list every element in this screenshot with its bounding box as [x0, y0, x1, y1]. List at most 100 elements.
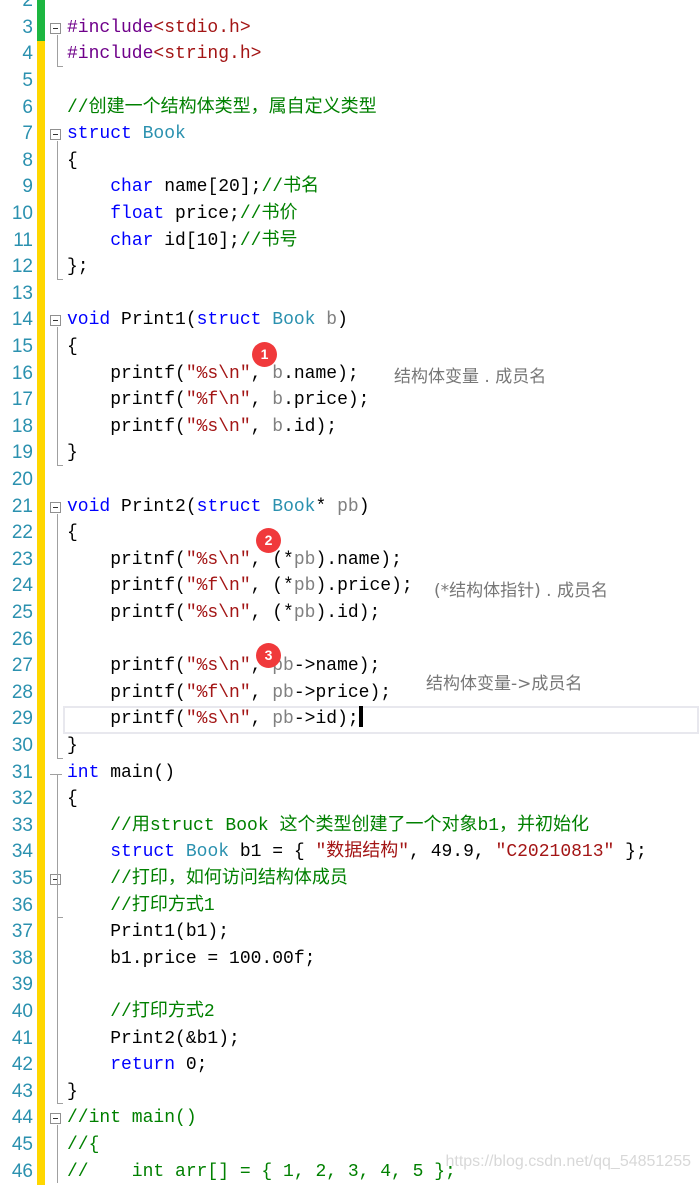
code-line[interactable]: 25 printf("%s\n", (*pb).id); [0, 600, 699, 627]
code-token: } [67, 1082, 78, 1102]
code-line[interactable]: 18 printf("%s\n", b.id); [0, 414, 699, 441]
code-token: "%f\n" [186, 390, 251, 410]
code-token: "%s\n" [186, 417, 251, 437]
line-number: 15 [0, 334, 33, 361]
change-tracking-bar [37, 786, 45, 813]
code-line[interactable]: 19} [0, 440, 699, 467]
code-text: //用struct Book 这个类型创建了一个对象b1，并初始化 [67, 813, 589, 840]
change-tracking-bar [37, 972, 45, 999]
code-token [67, 869, 110, 889]
code-token: pb [294, 550, 316, 570]
code-line[interactable]: 13 [0, 281, 699, 308]
code-text: printf("%s\n", (*pb).id); [67, 600, 380, 627]
code-token: ->name); [294, 656, 380, 676]
fold-collapse-icon[interactable] [50, 129, 61, 140]
code-line[interactable]: 20 [0, 467, 699, 494]
code-token: price; [164, 204, 240, 224]
fold-collapse-icon[interactable] [50, 874, 61, 885]
code-token: } [67, 443, 78, 463]
code-line[interactable]: 39 [0, 972, 699, 999]
code-token: float [110, 204, 164, 224]
line-number: 29 [0, 706, 33, 733]
change-tracking-bar [37, 174, 45, 201]
code-token: printf( [67, 683, 186, 703]
change-tracking-bar [37, 573, 45, 600]
code-line[interactable]: 9 char name[20];//书名 [0, 174, 699, 201]
fold-guide-end [57, 1103, 63, 1104]
code-token [67, 842, 110, 862]
line-number: 13 [0, 281, 33, 308]
code-line[interactable]: 35 //打印，如何访问结构体成员 [0, 866, 699, 893]
code-text: char id[10];//书号 [67, 228, 297, 255]
code-line[interactable]: 26 [0, 627, 699, 654]
code-token: //创建一个结构体类型，属自定义类型 [67, 98, 377, 118]
change-tracking-bar [37, 95, 45, 122]
code-line[interactable]: 32{ [0, 786, 699, 813]
line-number: 2 [0, 0, 33, 15]
code-text: pritnf("%s\n", (*pb).name); [67, 547, 402, 574]
code-line[interactable]: 36 //打印方式1 [0, 893, 699, 920]
code-line[interactable]: 16 printf("%s\n", b.name); [0, 361, 699, 388]
line-number: 31 [0, 760, 33, 787]
code-line[interactable]: 21void Print2(struct Book* pb) [0, 494, 699, 521]
code-token: Print2( [110, 497, 196, 517]
code-line[interactable]: 34 struct Book b1 = { "数据结构", 49.9, "C20… [0, 839, 699, 866]
code-line[interactable]: 12}; [0, 254, 699, 281]
code-token: printf( [67, 417, 186, 437]
code-line[interactable]: 37 Print1(b1); [0, 919, 699, 946]
code-text: Print1(b1); [67, 919, 229, 946]
code-line[interactable]: 30} [0, 733, 699, 760]
code-line[interactable]: 33 //用struct Book 这个类型创建了一个对象b1，并初始化 [0, 813, 699, 840]
fold-collapse-icon[interactable] [50, 23, 61, 34]
code-token: pb [294, 603, 316, 623]
code-line[interactable]: 44//int main() [0, 1105, 699, 1132]
line-number: 42 [0, 1052, 33, 1079]
code-token: "%f\n" [186, 683, 251, 703]
annotation-badge-3: 3 [256, 643, 281, 668]
code-line[interactable]: 8{ [0, 148, 699, 175]
code-line[interactable]: 27 printf("%s\n", pb->name); [0, 653, 699, 680]
code-text: printf("%f\n", b.price); [67, 387, 369, 414]
fold-collapse-icon[interactable] [50, 502, 61, 513]
code-line[interactable]: 6//创建一个结构体类型，属自定义类型 [0, 95, 699, 122]
code-token: , [251, 683, 273, 703]
code-line[interactable]: 14void Print1(struct Book b) [0, 307, 699, 334]
code-token: b [272, 417, 283, 437]
code-line[interactable]: 40 //打印方式2 [0, 999, 699, 1026]
code-line[interactable]: 43} [0, 1079, 699, 1106]
code-line[interactable]: 38 b1.price = 100.00f; [0, 946, 699, 973]
line-number: 7 [0, 121, 33, 148]
code-line-current[interactable]: 29 printf("%s\n", pb->id); [0, 706, 699, 733]
code-line[interactable]: 7struct Book [0, 121, 699, 148]
code-token: } [67, 736, 78, 756]
code-text: void Print2(struct Book* pb) [67, 494, 370, 521]
code-token [67, 1002, 110, 1022]
code-token: Print2(&b1); [67, 1029, 240, 1049]
code-line[interactable]: 42 return 0; [0, 1052, 699, 1079]
code-line[interactable]: 31int main() [0, 760, 699, 787]
code-token: 0; [175, 1055, 207, 1075]
code-token: Book [143, 124, 186, 144]
code-line[interactable]: 3#include<stdio.h> [0, 15, 699, 42]
code-token [315, 310, 326, 330]
change-tracking-bar [37, 680, 45, 707]
code-line[interactable]: 17 printf("%f\n", b.price); [0, 387, 699, 414]
code-line[interactable]: 22{ [0, 520, 699, 547]
code-line[interactable]: 10 float price;//书价 [0, 201, 699, 228]
code-line[interactable]: 23 pritnf("%s\n", (*pb).name); [0, 547, 699, 574]
code-line[interactable]: 41 Print2(&b1); [0, 1026, 699, 1053]
code-line[interactable]: 5 [0, 68, 699, 95]
change-tracking-bar [37, 15, 45, 42]
code-token: pritnf( [67, 550, 186, 570]
code-token: "C20210813" [496, 842, 615, 862]
fold-collapse-icon[interactable] [50, 315, 61, 326]
fold-collapse-icon[interactable] [50, 1113, 61, 1124]
code-token: pb [272, 683, 294, 703]
code-line[interactable]: 4#include<string.h> [0, 41, 699, 68]
change-tracking-bar [37, 41, 45, 68]
code-line[interactable]: 2 [0, 0, 699, 15]
code-line[interactable]: 11 char id[10];//书号 [0, 228, 699, 255]
line-number: 37 [0, 919, 33, 946]
code-line[interactable]: 28 printf("%f\n", pb->price); [0, 680, 699, 707]
code-line[interactable]: 15{ [0, 334, 699, 361]
